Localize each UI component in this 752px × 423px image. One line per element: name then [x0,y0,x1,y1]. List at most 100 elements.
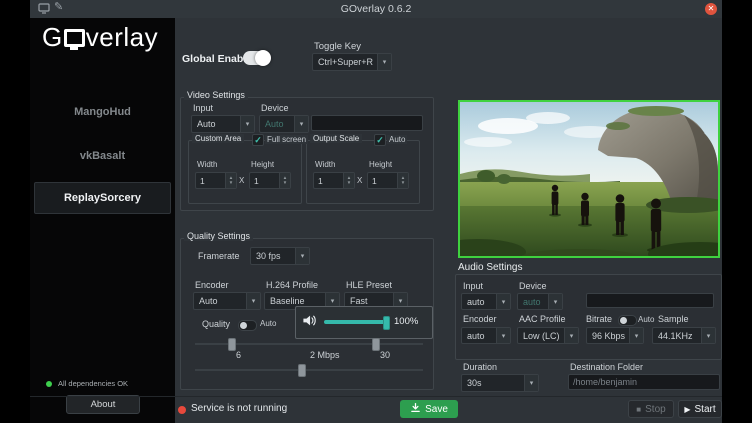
custom-area-title: Custom Area [192,134,244,143]
video-device-select[interactable]: Auto ▾ [259,115,309,133]
custom-width-label: Width [197,160,217,169]
play-icon: ▶ [684,405,690,414]
custom-width-spinner[interactable]: 1 ▲▼ [195,172,237,189]
audio-device-field[interactable] [586,293,714,308]
volume-slider-handle[interactable] [383,316,390,330]
volume-slider[interactable] [324,320,388,324]
chevron-down-icon: ▾ [496,328,510,343]
video-input-select[interactable]: Auto ▾ [191,115,255,133]
video-device-label: Device [261,103,289,113]
spin-down-icon[interactable]: ▼ [229,181,233,186]
scale-height-value: 1 [368,173,397,188]
save-button-label: Save [425,404,448,415]
stop-button-label: Stop [645,404,666,415]
toggle-knob [240,322,247,329]
global-enable-toggle[interactable] [243,51,270,65]
monitor-icon [64,29,85,47]
service-status-text: Service is not running [191,403,287,414]
encoder-value: Auto [194,293,246,309]
close-icon[interactable]: ✕ [705,3,717,15]
fullscreen-checkbox[interactable]: ✓ [252,134,264,146]
quality-auto-toggle[interactable] [238,320,257,331]
stop-button[interactable]: ■ Stop [628,400,674,418]
toggle-key-select[interactable]: Ctrl+Super+R ▾ [312,53,392,71]
speaker-icon[interactable] [302,313,317,333]
crf-max-handle[interactable] [372,338,380,351]
chevron-down-icon: ▾ [564,328,578,343]
audio-device-label: Device [519,281,547,291]
scale-width-label: Width [315,160,335,169]
output-scale-title: Output Scale [310,134,362,143]
volume-percent: 100% [394,316,418,327]
scale-height-label: Height [369,160,392,169]
duration-value: 30s [462,375,524,391]
check-icon: ✓ [254,136,262,145]
quality-settings-title: Quality Settings [184,231,253,241]
audio-encoder-label: Encoder [463,314,497,324]
chevron-down-icon: ▾ [240,116,254,132]
duration-label: Duration [463,362,497,372]
encoder-select[interactable]: Auto ▾ [193,292,261,310]
service-status-dot [178,406,186,414]
pencil-icon[interactable]: ✎ [54,2,63,13]
chevron-down-icon: ▾ [246,293,260,309]
save-button[interactable]: Save [400,400,458,418]
sidebar-item-mangohud[interactable]: MangoHud [30,106,175,118]
crf-min-handle[interactable] [228,338,236,351]
sidebar: Gverlay MangoHud vkBasalt ReplaySorcery … [30,18,175,423]
audio-encoder-select[interactable]: auto ▾ [461,327,511,344]
aac-profile-select[interactable]: Low (LC) ▾ [517,327,579,344]
audio-device-select[interactable]: auto ▾ [517,293,563,310]
app-logo: Gverlay [42,22,158,53]
bitrate-select[interactable]: 96 Kbps ▾ [586,327,644,344]
app-monitor-icon[interactable] [38,3,50,17]
dependencies-ok-dot [46,381,52,387]
chevron-down-icon: ▾ [294,116,308,132]
spinner-arrows-icon[interactable]: ▲▼ [343,173,354,188]
audio-settings-title: Audio Settings [458,262,523,273]
titlebar[interactable]: ✎ GOverlay 0.6.2 ✕ [30,0,722,18]
video-input-value: Auto [192,116,240,132]
toggle-knob [620,317,627,324]
scale-height-spinner[interactable]: 1 ▲▼ [367,172,409,189]
quality-label: Quality [202,319,230,329]
framerate-select[interactable]: 30 fps ▾ [250,247,310,265]
about-button[interactable]: About [66,395,140,414]
sidebar-item-vkbasalt[interactable]: vkBasalt [30,150,175,162]
spinner-arrows-icon[interactable]: ▲▼ [279,173,290,188]
chevron-down-icon: ▾ [295,248,309,264]
spinner-arrows-icon[interactable]: ▲▼ [225,173,236,188]
bitrate-auto-toggle[interactable] [618,315,637,326]
sidebar-item-replaysorcery[interactable]: ReplaySorcery [34,182,171,214]
custom-height-spinner[interactable]: 1 ▲▼ [249,172,291,189]
footer-divider [30,396,722,397]
chevron-down-icon: ▾ [377,54,391,70]
spin-down-icon[interactable]: ▼ [401,181,405,186]
destination-folder-field[interactable] [568,374,720,390]
audio-input-select[interactable]: auto ▾ [461,293,511,310]
custom-height-label: Height [251,160,274,169]
h264-profile-label: H.264 Profile [266,280,318,290]
custom-size-separator: X [239,176,244,185]
sample-label: Sample [658,314,689,324]
sample-select[interactable]: 44.1KHz ▾ [652,327,716,344]
hle-preset-label: HLE Preset [346,280,392,290]
video-settings-title: Video Settings [184,90,248,100]
bitrate-slider-handle[interactable] [298,364,306,377]
video-device-field[interactable] [311,115,423,131]
bitrate-slider-track[interactable] [195,369,423,371]
start-button[interactable]: ▶ Start [678,400,722,418]
scale-width-spinner[interactable]: 1 ▲▼ [313,172,355,189]
audio-encoder-value: auto [462,328,496,343]
spinner-arrows-icon[interactable]: ▲▼ [397,173,408,188]
duration-select[interactable]: 30s ▾ [461,374,539,392]
video-device-value: Auto [260,116,294,132]
custom-height-value: 1 [250,173,279,188]
screen: ✎ GOverlay 0.6.2 ✕ Gverlay MangoHud vkBa… [0,0,752,423]
scale-width-value: 1 [314,173,343,188]
spin-down-icon[interactable]: ▼ [283,181,287,186]
audio-input-value: auto [462,294,496,309]
video-input-label: Input [193,103,213,113]
spin-down-icon[interactable]: ▼ [347,181,351,186]
output-auto-checkbox[interactable]: ✓ [374,134,386,146]
